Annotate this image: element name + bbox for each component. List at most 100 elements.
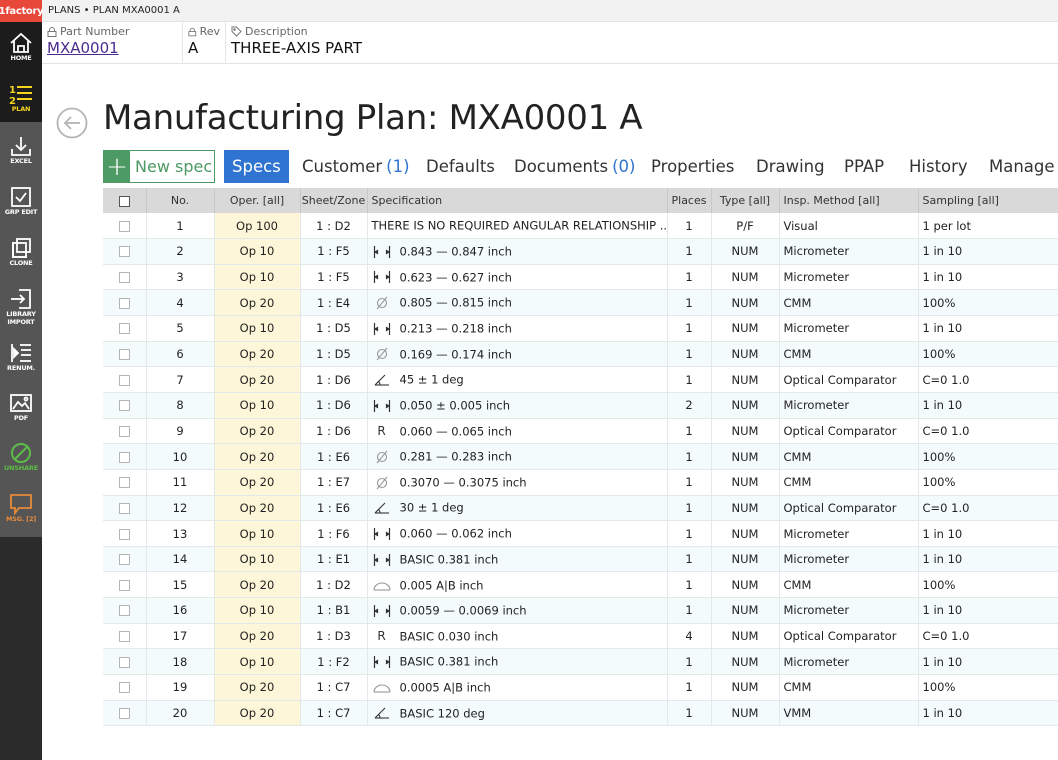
cell-operation[interactable]: Op 10 xyxy=(214,520,301,547)
column-header-spec[interactable]: Specification xyxy=(367,188,668,213)
table-row[interactable]: 12 Op 20 1 : E6 30 ± 1 deg 1 NUM Optical Compa… xyxy=(103,495,1058,522)
cell-operation[interactable]: Op 20 xyxy=(214,700,301,727)
cell-operation[interactable]: Op 20 xyxy=(214,341,301,368)
row-checkbox[interactable] xyxy=(118,477,130,489)
row-checkbox[interactable] xyxy=(118,425,130,437)
tab-manage[interactable]: Manage xyxy=(989,150,1055,183)
cell-specification[interactable]: 0.0005 A|B inch xyxy=(367,674,668,701)
row-checkbox[interactable] xyxy=(118,451,130,463)
cell-specification[interactable]: 0.213 — 0.218 inch xyxy=(367,315,668,342)
cell-specification[interactable]: 0.843 — 0.847 inch xyxy=(367,238,668,265)
cell-operation[interactable]: Op 20 xyxy=(214,469,301,496)
cell-specification[interactable]: 0.0059 — 0.0069 inch xyxy=(367,597,668,624)
column-header-sheet[interactable]: Sheet/Zone xyxy=(300,188,368,213)
table-row[interactable]: 3 Op 10 1 : F5 0.623 — 0.627 inch 1 NUM Microm… xyxy=(103,264,1058,291)
cell-operation[interactable]: Op 20 xyxy=(214,443,301,470)
cell-operation[interactable]: Op 10 xyxy=(214,648,301,676)
cell-specification[interactable]: R BASIC 0.030 inch xyxy=(367,623,668,650)
table-row[interactable]: 8 Op 10 1 : D6 0.050 ± 0.005 inch 2 NUM Microm… xyxy=(103,392,1058,419)
sidebar-item-excel[interactable]: EXCEL xyxy=(0,131,42,181)
table-row[interactable]: 16 Op 10 1 : B1 0.0059 — 0.0069 inch 1 NUM Mic… xyxy=(103,597,1058,624)
tab-drawing[interactable]: Drawing xyxy=(756,150,825,183)
cell-specification[interactable]: 0.169 — 0.174 inch xyxy=(367,341,668,368)
row-checkbox[interactable] xyxy=(118,272,130,284)
tab-documents[interactable]: Documents (0) xyxy=(514,150,635,183)
sidebar-item-renum[interactable]: RENUM. xyxy=(0,338,42,388)
cell-specification[interactable]: 0.060 — 0.062 inch xyxy=(367,520,668,547)
cell-operation[interactable]: Op 10 xyxy=(214,546,301,573)
new-spec-button[interactable]: + New spec xyxy=(103,150,215,183)
cell-operation[interactable]: Op 100 xyxy=(214,213,301,240)
column-header-oper[interactable]: Oper. [all] xyxy=(214,188,301,213)
cell-operation[interactable]: Op 20 xyxy=(214,571,301,599)
table-row[interactable]: 9 Op 20 1 : D6 R 0.060 — 0.065 inch 1 NUM Optic… xyxy=(103,418,1058,445)
cell-specification[interactable]: BASIC 0.381 inch xyxy=(367,546,668,573)
cell-specification[interactable]: 0.623 — 0.627 inch xyxy=(367,264,668,291)
back-button[interactable] xyxy=(56,107,88,139)
row-checkbox[interactable] xyxy=(118,323,130,335)
tab-specs[interactable]: Specs xyxy=(224,150,289,183)
row-checkbox[interactable] xyxy=(118,682,130,694)
description-value[interactable]: THREE-AXIS PART xyxy=(231,39,1053,57)
row-checkbox[interactable] xyxy=(118,631,130,643)
tab-customer[interactable]: Customer (1) xyxy=(302,150,410,183)
cell-specification[interactable]: BASIC 0.381 inch xyxy=(367,648,668,676)
row-checkbox[interactable] xyxy=(118,400,130,412)
tab-ppap[interactable]: PPAP xyxy=(844,150,884,183)
cell-specification[interactable]: BASIC 120 deg xyxy=(367,700,668,727)
cell-specification[interactable]: R 0.060 — 0.065 inch xyxy=(367,418,668,445)
tab-history[interactable]: History xyxy=(909,150,968,183)
table-row[interactable]: 19 Op 20 1 : C7 0.0005 A|B inch 1 NUM CMM 100% xyxy=(103,674,1058,701)
table-row[interactable]: 10 Op 20 1 : E6 0.281 — 0.283 inch 1 NUM CMM 10… xyxy=(103,443,1058,470)
cell-operation[interactable]: Op 10 xyxy=(214,315,301,342)
row-checkbox[interactable] xyxy=(118,502,130,514)
sidebar-item-pdf[interactable]: PDF xyxy=(0,388,42,438)
column-header-places[interactable]: Places xyxy=(667,188,712,213)
table-row[interactable]: 18 Op 10 1 : F2 BASIC 0.381 inch 1 NUM Microme… xyxy=(103,648,1058,676)
cell-operation[interactable]: Op 10 xyxy=(214,597,301,624)
table-row[interactable]: 7 Op 20 1 : D6 45 ± 1 deg 1 NUM Optical Compar… xyxy=(103,366,1058,393)
cell-specification[interactable]: 0.281 — 0.283 inch xyxy=(367,443,668,470)
row-checkbox[interactable] xyxy=(118,605,130,617)
cell-specification[interactable]: THERE IS NO REQUIRED ANGULAR RELATIONSHI… xyxy=(367,213,668,240)
table-row[interactable]: 2 Op 10 1 : F5 0.843 — 0.847 inch 1 NUM Microm… xyxy=(103,238,1058,265)
app-logo[interactable]: 1factory xyxy=(0,0,44,22)
part-number-link[interactable]: MXA0001 xyxy=(47,39,177,57)
row-checkbox[interactable] xyxy=(118,579,130,591)
table-row[interactable]: 1 Op 100 1 : D2 THERE IS NO REQUIRED ANGULA… xyxy=(103,213,1058,240)
tab-properties[interactable]: Properties xyxy=(651,150,734,183)
tab-defaults[interactable]: Defaults xyxy=(426,150,495,183)
row-checkbox[interactable] xyxy=(118,374,130,386)
table-row[interactable]: 4 Op 20 1 : E4 0.805 — 0.815 inch 1 NUM CMM 100… xyxy=(103,289,1058,317)
sidebar-item-library-import[interactable]: LIBRARY IMPORT xyxy=(0,284,42,334)
column-header-method[interactable]: Insp. Method [all] xyxy=(779,188,919,213)
cell-operation[interactable]: Op 20 xyxy=(214,623,301,650)
table-row[interactable]: 14 Op 10 1 : E1 BASIC 0.381 inch 1 NUM Microme… xyxy=(103,546,1058,573)
row-checkbox[interactable] xyxy=(118,656,130,668)
row-checkbox[interactable] xyxy=(118,246,130,258)
sidebar-item-unshare[interactable]: UNSHARE xyxy=(0,438,42,488)
cell-operation[interactable]: Op 20 xyxy=(214,289,301,317)
sidebar-item-clone[interactable]: CLONE xyxy=(0,233,42,283)
table-row[interactable]: 17 Op 20 1 : D3 R BASIC 0.030 inch 4 NUM Optica… xyxy=(103,623,1058,650)
cell-specification[interactable]: 0.050 ± 0.005 inch xyxy=(367,392,668,419)
cell-specification[interactable]: 0.005 A|B inch xyxy=(367,571,668,599)
cell-specification[interactable]: 30 ± 1 deg xyxy=(367,495,668,522)
cell-operation[interactable]: Op 10 xyxy=(214,392,301,419)
column-header-no[interactable]: No. xyxy=(146,188,215,213)
cell-operation[interactable]: Op 10 xyxy=(214,264,301,291)
sidebar-item-plan[interactable]: 1 2 PLAN xyxy=(0,79,42,129)
column-header-type[interactable]: Type [all] xyxy=(711,188,780,213)
cell-specification[interactable]: 45 ± 1 deg xyxy=(367,366,668,393)
column-header-sampling[interactable]: Sampling [all] xyxy=(918,188,1058,213)
sidebar-item-home[interactable]: HOME xyxy=(0,28,42,78)
select-all-checkbox[interactable] xyxy=(118,195,130,207)
cell-operation[interactable]: Op 20 xyxy=(214,495,301,522)
table-row[interactable]: 13 Op 10 1 : F6 0.060 — 0.062 inch 1 NUM Micro… xyxy=(103,520,1058,547)
row-checkbox[interactable] xyxy=(118,528,130,540)
cell-operation[interactable]: Op 20 xyxy=(214,418,301,445)
table-row[interactable]: 6 Op 20 1 : D5 0.169 — 0.174 inch 1 NUM CMM 100… xyxy=(103,341,1058,368)
cell-operation[interactable]: Op 20 xyxy=(214,366,301,393)
row-checkbox[interactable] xyxy=(118,707,130,719)
row-checkbox[interactable] xyxy=(118,554,130,566)
